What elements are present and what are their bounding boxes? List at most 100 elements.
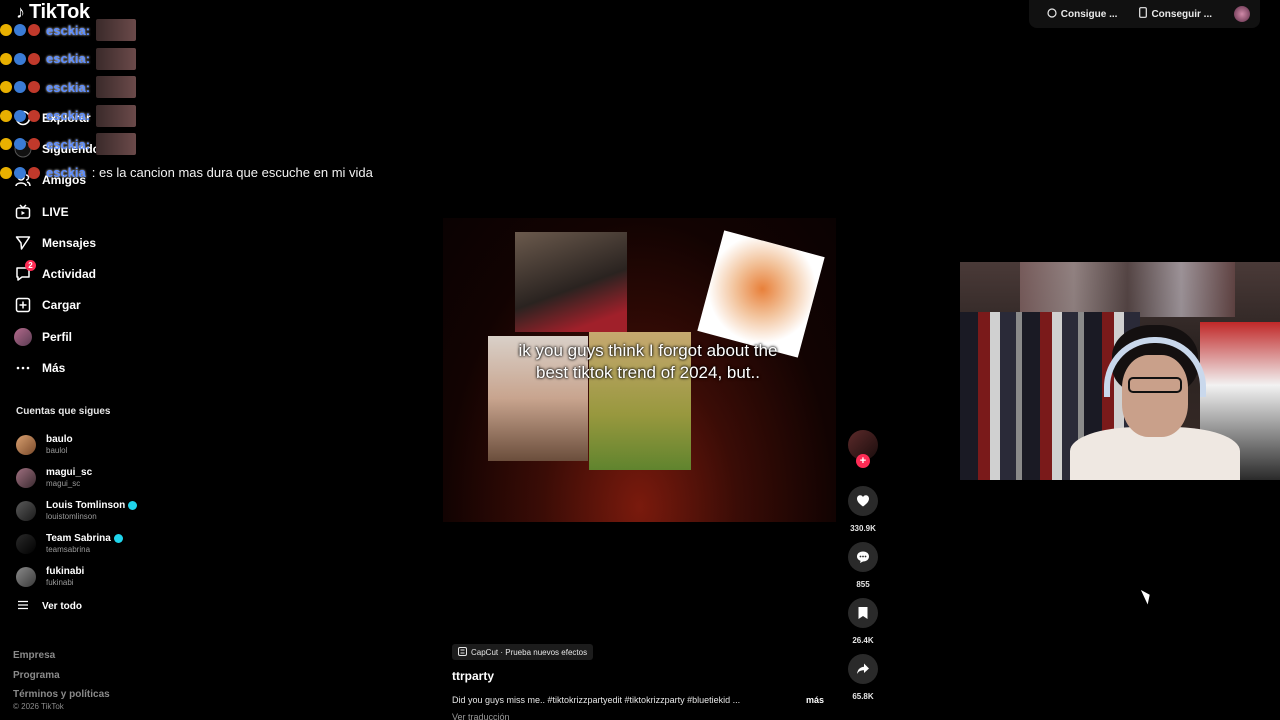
more-icon <box>14 359 32 377</box>
chat-emote <box>96 76 137 99</box>
chat-username: esckia: <box>46 136 91 152</box>
nav-label: Mensajes <box>42 235 97 250</box>
chat-message: esckia : es la cancion mas dura que escu… <box>0 159 440 188</box>
nav-item-live[interactable]: LIVE <box>14 196 154 227</box>
chat-message: esckia: <box>0 45 440 74</box>
nav-item-activity[interactable]: 2 Actividad <box>14 258 154 289</box>
phone-icon <box>1139 7 1148 21</box>
chat-emote <box>96 19 137 42</box>
get-coins-button[interactable]: Consigue ... <box>1039 7 1126 21</box>
like-count: 330.9K <box>850 524 876 533</box>
capcut-icon <box>458 646 467 658</box>
save-button[interactable] <box>848 598 878 628</box>
nav-item-profile[interactable]: Perfil <box>14 321 154 352</box>
capcut-label: CapCut · Prueba nuevos efectos <box>471 647 588 657</box>
live-icon <box>14 203 32 221</box>
get-app-button[interactable]: Conseguir ... <box>1131 7 1220 21</box>
account-avatar <box>16 566 36 587</box>
badge-icon <box>0 138 12 151</box>
nav-item-messages[interactable]: Mensajes <box>14 227 154 258</box>
wall-posters <box>1020 262 1235 317</box>
chat-emote <box>96 133 137 156</box>
get-coins-label: Consigue ... <box>1060 8 1118 20</box>
comment-icon <box>857 551 869 563</box>
account-username: fukinabi <box>46 577 74 587</box>
creator-avatar[interactable]: + <box>848 430 878 468</box>
messages-icon <box>14 234 32 252</box>
account-username: baulol <box>46 445 68 455</box>
chat-username: esckia: <box>46 108 91 124</box>
nav-item-upload[interactable]: Cargar <box>14 290 154 321</box>
badge-icon <box>0 109 12 122</box>
profile-avatar <box>14 327 32 346</box>
follow-plus-icon[interactable]: + <box>856 454 870 468</box>
account-text: Team Sabrina teamsabrina <box>46 533 123 555</box>
account-username: magui_sc <box>46 478 81 488</box>
comment-button[interactable] <box>848 542 878 572</box>
following-account[interactable]: fukinabi fukinabi <box>16 560 156 593</box>
like-button[interactable] <box>848 486 878 516</box>
user-avatar[interactable] <box>1234 6 1250 22</box>
chat-message: esckia: <box>0 73 440 102</box>
nav-label: Perfil <box>42 329 73 344</box>
chat-text: : es la cancion mas dura que escuche en … <box>91 165 373 181</box>
copyright: © 2026 TikTok <box>13 702 64 711</box>
comment-count: 855 <box>856 580 870 589</box>
badge-icon <box>0 52 12 65</box>
action-rail: + 330.9K 855 26.4K 65.8K <box>847 430 879 710</box>
account-username: louistomlinson <box>46 511 97 521</box>
list-icon <box>18 600 28 613</box>
capcut-effect-tag[interactable]: CapCut · Prueba nuevos efectos <box>452 644 594 660</box>
verified-icon <box>128 500 138 510</box>
account-avatar <box>16 533 36 554</box>
chat-message: esckia: <box>0 102 440 131</box>
badge-icon <box>0 166 12 179</box>
bookmark-icon <box>858 607 868 619</box>
webcam-overlay <box>960 262 1280 480</box>
account-name: Louis Tomlinson <box>46 499 126 511</box>
collage-photo <box>515 232 627 332</box>
following-account[interactable]: magui_sc magui_sc <box>16 461 156 494</box>
account-name-row: Team Sabrina <box>46 533 123 544</box>
video-overlay-text: ik you guys think I forgot about the bes… <box>483 340 813 384</box>
footer-link-program[interactable]: Programa <box>13 666 110 686</box>
account-text: Louis Tomlinson louistomlinson <box>46 499 138 522</box>
account-name: baulo <box>46 433 73 445</box>
save-count: 26.4K <box>852 636 874 645</box>
see-translation-link[interactable]: Ver traducción <box>452 712 510 720</box>
share-icon <box>857 663 869 674</box>
account-name: Team Sabrina <box>46 532 111 544</box>
following-account[interactable]: baulo baulol <box>16 428 156 461</box>
activity-icon: 2 <box>14 260 36 283</box>
chat-username: esckia: <box>46 51 91 67</box>
footer-link-company[interactable]: Empresa <box>13 646 110 666</box>
badge-icon <box>28 81 40 94</box>
share-button[interactable] <box>848 654 878 684</box>
upload-icon <box>14 296 32 314</box>
badge-icon <box>0 81 12 94</box>
following-account[interactable]: Louis Tomlinson louistomlinson <box>16 494 156 527</box>
account-avatar <box>16 434 36 455</box>
see-all-label: Ver todo <box>42 601 83 612</box>
badge-icon <box>14 81 26 94</box>
badge-icon <box>14 109 26 122</box>
video-author[interactable]: ttrparty <box>452 669 494 683</box>
badge-icon <box>28 52 40 65</box>
account-text: baulo baulol <box>46 434 73 456</box>
nav-item-more[interactable]: Más <box>14 352 154 383</box>
nav-label: LIVE <box>42 204 69 219</box>
more-button[interactable]: más <box>806 695 824 705</box>
footer-links: Empresa Programa Términos y políticas <box>13 646 110 705</box>
nav-label: Más <box>42 361 66 376</box>
chat-message: esckia: <box>0 130 440 159</box>
video-player[interactable]: ik you guys think I forgot about the bes… <box>443 218 836 522</box>
chat-username: esckia: <box>46 79 91 95</box>
account-avatar <box>16 500 36 521</box>
following-account[interactable]: Team Sabrina teamsabrina <box>16 527 156 560</box>
get-app-label: Conseguir ... <box>1151 8 1212 20</box>
coin-icon <box>1047 7 1057 21</box>
badge-icon <box>14 138 26 151</box>
account-name: magui_sc <box>46 466 93 478</box>
see-all-button[interactable]: Ver todo <box>18 600 82 613</box>
account-avatar <box>16 467 36 488</box>
